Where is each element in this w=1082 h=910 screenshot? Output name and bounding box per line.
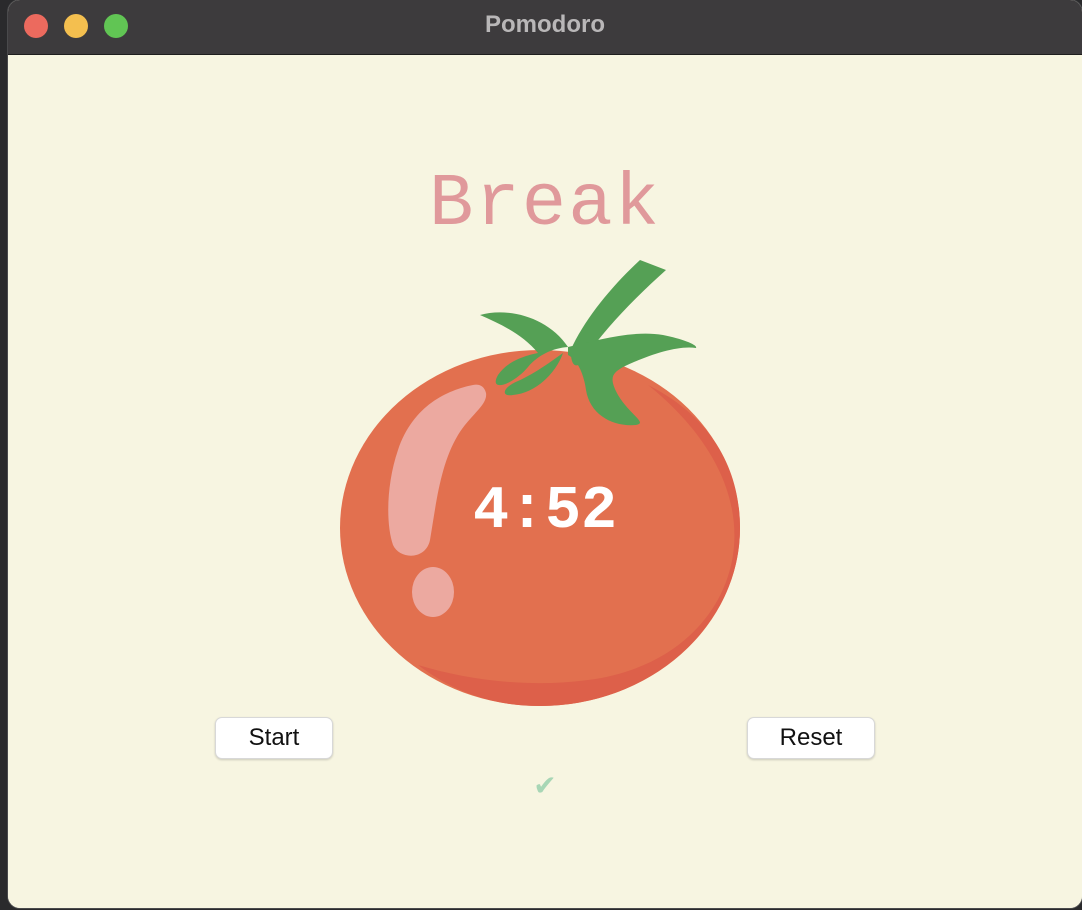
- tomato-highlight-small: [412, 567, 454, 617]
- completed-checkmarks: ✔: [533, 769, 557, 802]
- reset-button[interactable]: Reset: [747, 717, 875, 759]
- timer-display: 4:52: [472, 478, 618, 546]
- start-button[interactable]: Start: [215, 717, 333, 759]
- main-content: Break 4:52 Start Reset ✔: [8, 55, 1082, 908]
- app-window: Pomodoro Break 4:52 Start Reset ✔: [8, 0, 1082, 908]
- title-bar[interactable]: Pomodoro: [8, 0, 1082, 55]
- window-title: Pomodoro: [485, 11, 605, 38]
- tomato-icon: [340, 260, 740, 706]
